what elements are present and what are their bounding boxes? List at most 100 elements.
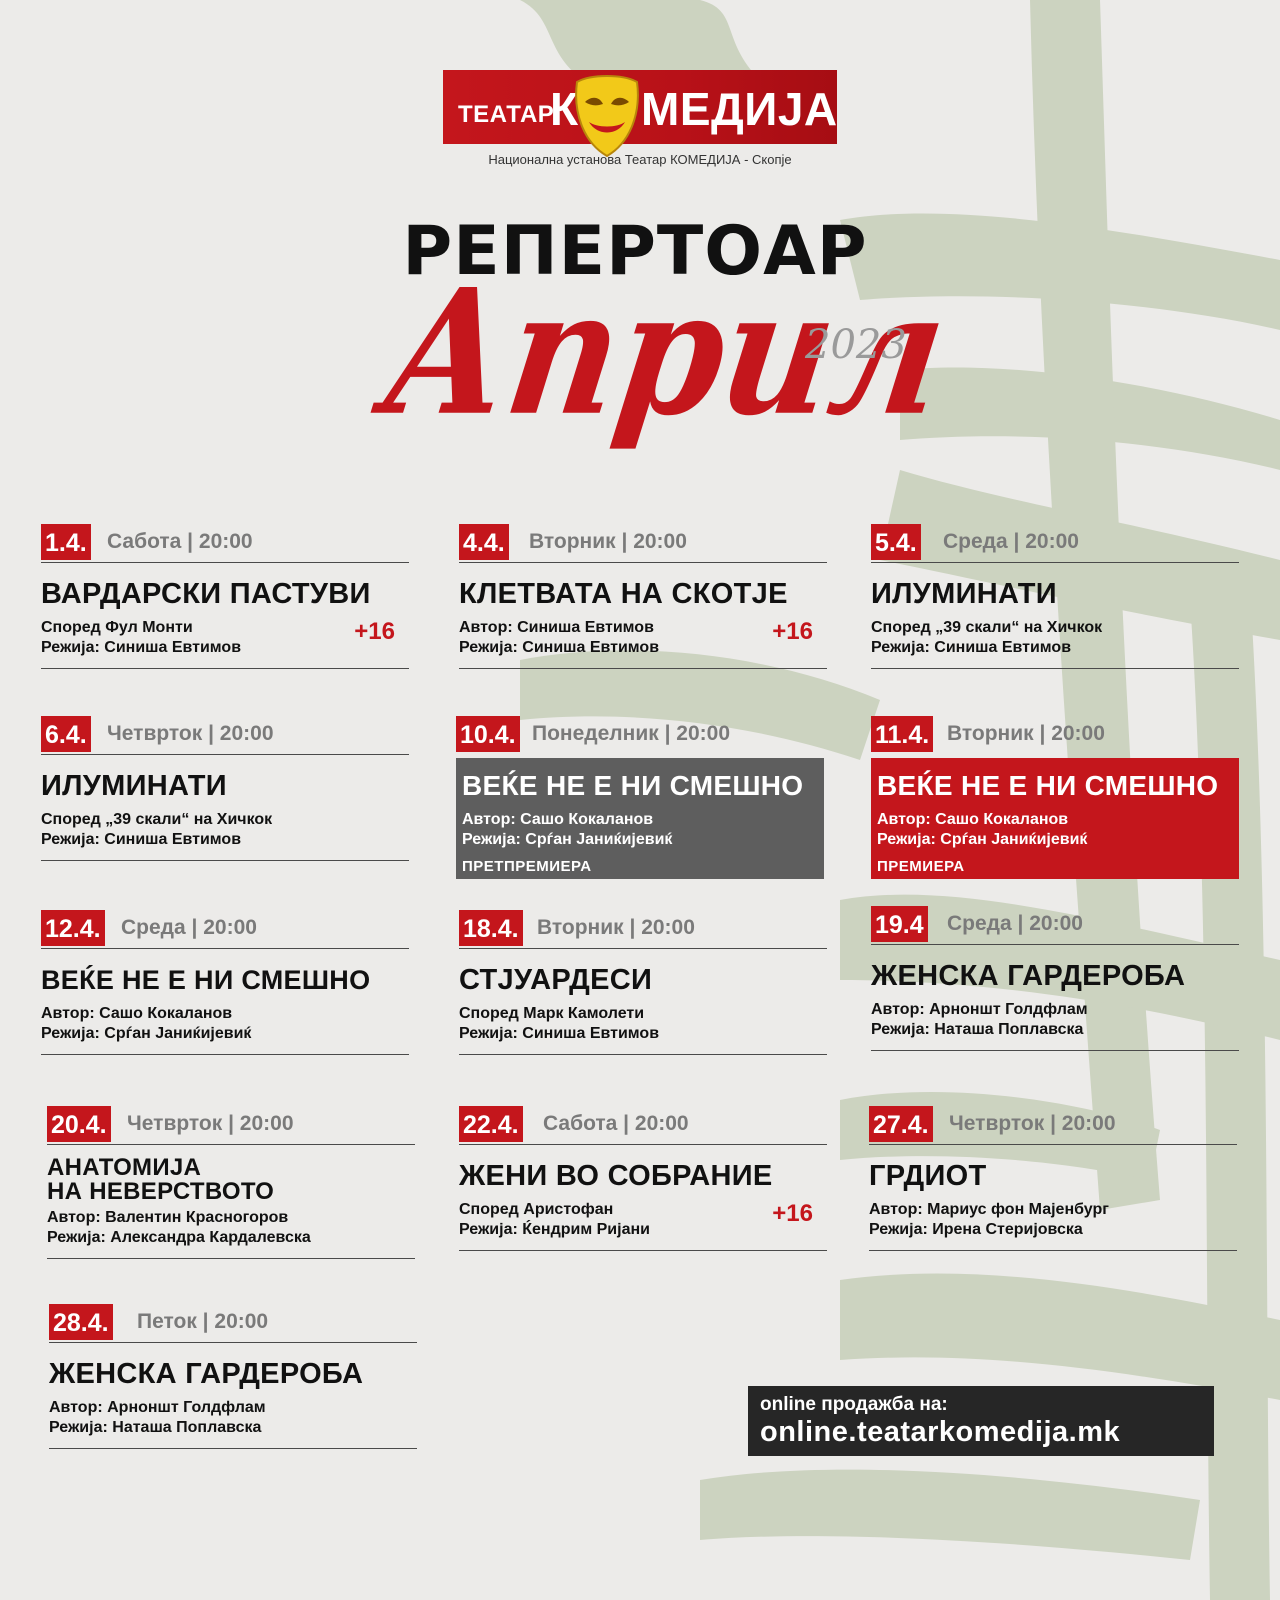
day-time: Сабота | 20:00 [107, 530, 253, 553]
event-card: 1.4. Сабота | 20:00 ВАРДАРСКИ ПАСТУВИ Сп… [41, 524, 409, 669]
director-line: Режија: Срѓан Јаниќијевиќ [877, 831, 1088, 848]
divider [47, 1144, 415, 1145]
event-card: 19.4 Среда | 20:00 ЖЕНСКА ГАРДЕРОБА Авто… [871, 906, 1239, 1051]
author-line: Автор: Сашо Кокаланов [41, 1005, 233, 1022]
event-card: 5.4. Среда | 20:00 ИЛУМИНАТИ Според „39 … [871, 524, 1239, 669]
date-badge: 4.4. [459, 524, 509, 560]
play-title: ВЕЌЕ НЕ Е НИ СМЕШНО [877, 770, 1219, 801]
day-time: Четврток | 20:00 [107, 722, 274, 745]
author-line: Според „39 скали“ на Хичкок [871, 619, 1103, 636]
director-line: Режија: Ирена Стеријовска [869, 1221, 1083, 1238]
play-title: ЖЕНИ ВО СОБРАНИЕ [459, 1160, 773, 1192]
theatre-mask-icon [575, 75, 639, 158]
divider [871, 944, 1239, 945]
date-badge: 1.4. [41, 524, 91, 560]
director-line: Режија: Срѓан Јаниќијевиќ [41, 1025, 252, 1042]
event-card: 27.4. Четврток | 20:00 ГРДИОТ Автор: Мар… [869, 1106, 1237, 1251]
divider [871, 668, 1239, 669]
logo-text-media: МЕДИЈА [641, 83, 838, 135]
director-line: Режија: Наташа Поплавска [49, 1419, 262, 1436]
day-time: Среда | 20:00 [947, 912, 1083, 935]
date-badge: 11.4. [871, 716, 934, 752]
divider [459, 1054, 827, 1055]
play-title: ВЕЌЕ НЕ Е НИ СМЕШНО [41, 965, 371, 995]
date-badge: 20.4. [47, 1106, 111, 1142]
divider [41, 562, 409, 563]
event-card: 20.4. Четврток | 20:00 АНАТОМИЈА НА НЕВЕ… [47, 1106, 415, 1259]
event-card: 12.4. Среда | 20:00 ВЕЌЕ НЕ Е НИ СМЕШНО … [41, 910, 409, 1055]
date-badge: 22.4. [459, 1106, 523, 1142]
date-badge: 27.4. [869, 1106, 933, 1142]
divider [41, 1054, 409, 1055]
age-rating: +16 [772, 618, 813, 645]
director-line: Режија: Александра Кардалевска [47, 1229, 311, 1246]
divider [41, 948, 409, 949]
day-time: Четврток | 20:00 [949, 1112, 1116, 1135]
director-line: Режија: Срѓан Јаниќијевиќ [462, 831, 673, 848]
online-sales-url[interactable]: online.teatarkomedija.mk [760, 1416, 1120, 1449]
age-rating: +16 [772, 1200, 813, 1227]
day-time: Среда | 20:00 [943, 530, 1079, 553]
date-badge: 28.4. [49, 1304, 113, 1340]
year-label: 2023 [805, 322, 907, 368]
divider [459, 1144, 827, 1145]
divider [869, 1250, 1237, 1251]
date-badge: 12.4. [41, 910, 105, 946]
event-card: 4.4. Вторник | 20:00 КЛЕТВАТА НА СКОТЈЕ … [459, 524, 827, 669]
divider [871, 1050, 1239, 1051]
divider [47, 1258, 415, 1259]
online-sales-box[interactable]: online продажба на: online.teatarkomedij… [748, 1386, 1214, 1456]
month-title: Април [373, 251, 958, 455]
event-card: 22.4. Сабота | 20:00 ЖЕНИ ВО СОБРАНИЕ Сп… [459, 1106, 827, 1251]
preview-highlight-box: ВЕЌЕ НЕ Е НИ СМЕШНО Автор: Сашо Кокалано… [456, 758, 824, 879]
preview-tag: ПРЕТПРЕМИЕРА [462, 858, 592, 875]
divider [41, 754, 409, 755]
play-title: ВАРДАРСКИ ПАСТУВИ [41, 578, 371, 610]
date-badge: 10.4. [456, 716, 520, 752]
play-title: СТЈУАРДЕСИ [459, 964, 653, 996]
theatre-logo: ТЕАТАР К МЕДИЈА [443, 70, 838, 158]
day-time: Понеделник | 20:00 [532, 722, 730, 745]
day-time: Вторник | 20:00 [537, 916, 695, 939]
event-card: 18.4. Вторник | 20:00 СТЈУАРДЕСИ Според … [459, 910, 827, 1055]
play-title: ИЛУМИНАТИ [871, 578, 1057, 610]
divider [869, 1144, 1237, 1145]
event-card: 6.4. Четврток | 20:00 ИЛУМИНАТИ Според „… [41, 716, 409, 861]
author-line: Автор: Валентин Красногоров [47, 1209, 289, 1226]
play-title-line1: АНАТОМИЈА [47, 1154, 202, 1181]
day-time: Сабота | 20:00 [543, 1112, 689, 1135]
day-time: Петок | 20:00 [137, 1310, 269, 1333]
age-rating: +16 [354, 618, 395, 645]
divider [49, 1448, 417, 1449]
play-title: ЖЕНСКА ГАРДЕРОБА [871, 960, 1186, 992]
divider [459, 1250, 827, 1251]
play-title: ЖЕНСКА ГАРДЕРОБА [49, 1358, 364, 1390]
event-card: 28.4. Петок | 20:00 ЖЕНСКА ГАРДЕРОБА Авт… [49, 1304, 417, 1449]
author-line: Автор: Арноншт Голдфлам [49, 1399, 266, 1416]
play-title: ГРДИОТ [869, 1160, 987, 1192]
play-title: КЛЕТВАТА НА СКОТЈЕ [459, 578, 788, 610]
author-line: Автор: Сашо Кокаланов [877, 811, 1069, 828]
director-line: Режија: Синиша Евтимов [459, 1025, 660, 1042]
director-line: Режија: Синиша Евтимов [871, 639, 1072, 656]
date-badge: 19.4 [871, 906, 928, 942]
logo-subtitle: Национална установа Театар КОМЕДИЈА - Ск… [488, 152, 792, 167]
divider [41, 860, 409, 861]
author-line: Според Марк Камолети [459, 1005, 645, 1022]
day-time: Среда | 20:00 [121, 916, 257, 939]
director-line: Режија: Наташа Поплавска [871, 1021, 1084, 1038]
author-line: Автор: Мариус фон Мајенбург [869, 1201, 1109, 1218]
divider [459, 948, 827, 949]
play-title: ИЛУМИНАТИ [41, 770, 227, 802]
divider [41, 668, 409, 669]
divider [459, 668, 827, 669]
day-time: Четврток | 20:00 [127, 1112, 294, 1135]
logo-text-teatar: ТЕАТАР [458, 101, 555, 128]
event-card: 11.4. Вторник | 20:00 ВЕЌЕ НЕ Е НИ СМЕШН… [871, 716, 1239, 879]
author-line: Според „39 скали“ на Хичкок [41, 811, 273, 828]
divider [871, 562, 1239, 563]
premiere-highlight-box: ВЕЌЕ НЕ Е НИ СМЕШНО Автор: Сашо Кокалано… [871, 758, 1239, 879]
play-title-line2: НА НЕВЕРСТВОТО [47, 1178, 275, 1205]
play-title: АНАТОМИЈА НА НЕВЕРСТВОТО [47, 1156, 415, 1204]
divider [49, 1342, 417, 1343]
